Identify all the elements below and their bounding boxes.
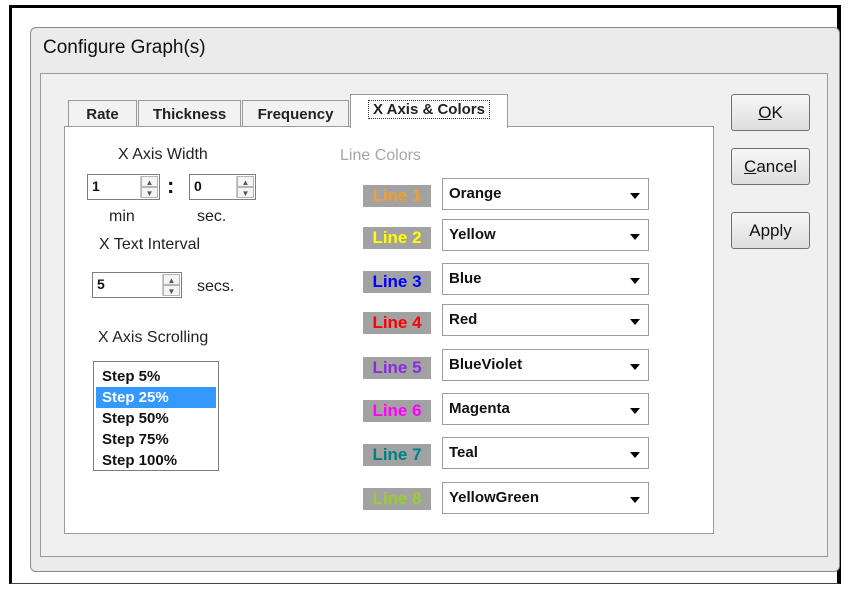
line-6-swatch: Line 6 <box>363 400 431 422</box>
cancel-button-label: ancel <box>756 157 797 176</box>
line-6-color-select[interactable]: Magenta <box>442 393 649 425</box>
line-5-color-select[interactable]: BlueViolet <box>442 349 649 381</box>
ok-button[interactable]: OK <box>731 94 810 131</box>
line-5-color-value: BlueViolet <box>449 356 523 373</box>
line-1-color-value: Orange <box>449 185 502 202</box>
line-4-color-value: Red <box>449 311 478 328</box>
apply-button[interactable]: Apply <box>731 212 810 249</box>
line-6-color-value: Magenta <box>449 400 510 417</box>
ok-button-accel: O <box>758 103 772 122</box>
line-colors-section: Line Colors Line 1 Orange Line 2 Yellow … <box>0 0 849 589</box>
line-8-color-select[interactable]: YellowGreen <box>442 482 649 514</box>
line-3-color-select[interactable]: Blue <box>442 263 649 295</box>
line-2-color-select[interactable]: Yellow <box>442 219 649 251</box>
chevron-down-icon <box>630 234 640 240</box>
chevron-down-icon <box>630 319 640 325</box>
ok-button-label: K <box>771 103 783 122</box>
line-7-color-select[interactable]: Teal <box>442 437 649 469</box>
chevron-down-icon <box>630 452 640 458</box>
line-7-swatch: Line 7 <box>363 444 431 466</box>
chevron-down-icon <box>630 364 640 370</box>
line-5-swatch: Line 5 <box>363 357 431 379</box>
line-8-color-value: YellowGreen <box>449 489 540 506</box>
line-7-color-value: Teal <box>449 444 478 461</box>
line-1-swatch: Line 1 <box>363 185 431 207</box>
cancel-button-accel: C <box>744 157 757 176</box>
line-8-swatch: Line 8 <box>363 488 431 510</box>
chevron-down-icon <box>630 193 640 199</box>
line-2-color-value: Yellow <box>449 226 496 243</box>
line-3-swatch: Line 3 <box>363 271 431 293</box>
apply-button-label: Apply <box>749 221 792 240</box>
line-1-color-select[interactable]: Orange <box>442 178 649 210</box>
chevron-down-icon <box>630 408 640 414</box>
line-4-color-select[interactable]: Red <box>442 304 649 336</box>
line-colors-title: Line Colors <box>340 147 421 164</box>
cancel-button[interactable]: Cancel <box>731 148 810 185</box>
line-4-swatch: Line 4 <box>363 312 431 334</box>
chevron-down-icon <box>630 278 640 284</box>
chevron-down-icon <box>630 497 640 503</box>
line-2-swatch: Line 2 <box>363 227 431 249</box>
line-3-color-value: Blue <box>449 270 482 287</box>
